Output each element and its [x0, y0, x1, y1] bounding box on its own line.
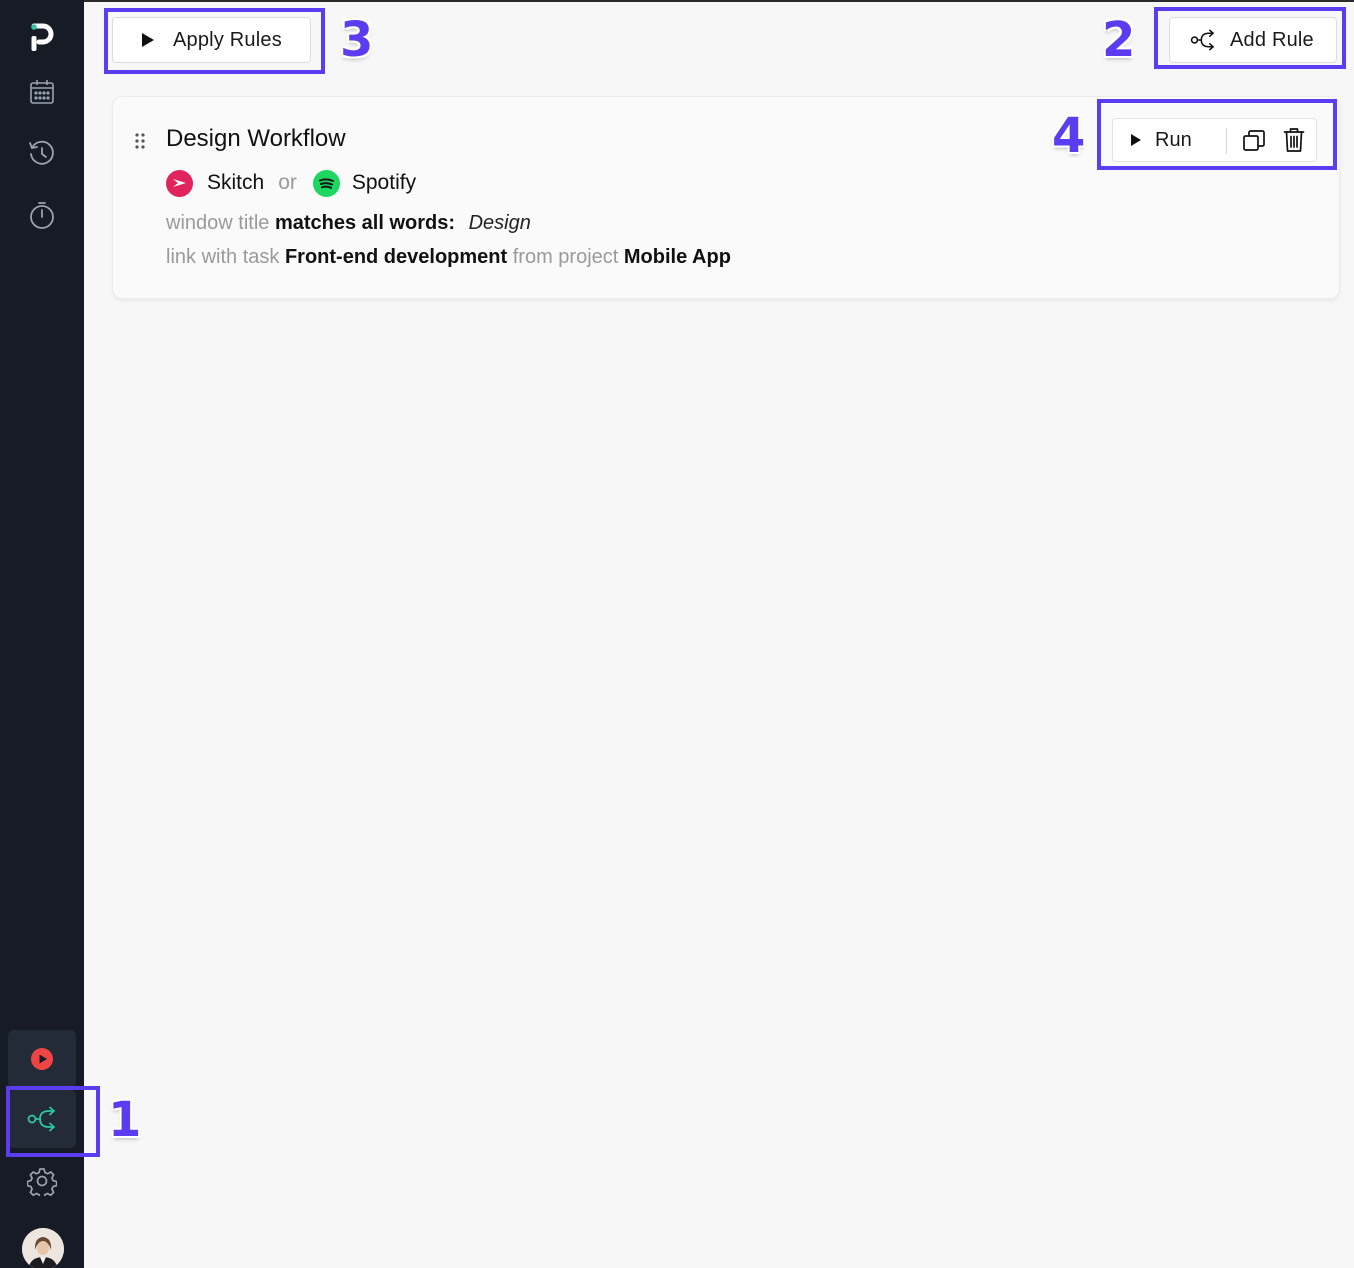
condition-operator: matches all words:: [274, 212, 456, 234]
annotation-number-3: 3: [340, 12, 374, 68]
annotation-number-4: 4: [1052, 108, 1086, 164]
delete-icon[interactable]: [1283, 127, 1305, 153]
apply-rules-button[interactable]: Apply Rules: [112, 17, 311, 63]
drag-handle-icon[interactable]: [134, 132, 146, 150]
spotify-icon: [312, 169, 340, 197]
play-icon: [142, 33, 154, 47]
annotation-number-2: 2: [1102, 12, 1136, 68]
add-rule-label: Add Rule: [1230, 28, 1314, 51]
project-name: Mobile App: [623, 246, 731, 268]
from-project-label: from project: [512, 246, 619, 268]
duplicate-icon[interactable]: [1242, 129, 1266, 153]
skitch-icon: [166, 169, 193, 197]
or-label: or: [278, 171, 297, 194]
sidebar-item-rules[interactable]: [8, 1090, 76, 1148]
add-rule-button[interactable]: Add Rule: [1169, 17, 1337, 63]
play-icon: [1131, 134, 1141, 146]
avatar[interactable]: [22, 1228, 64, 1268]
app-name-spotify: Spotify: [351, 171, 417, 194]
actions-divider: [1226, 128, 1227, 154]
app-logo-icon[interactable]: [26, 22, 58, 54]
link-prefix: link with task: [166, 246, 280, 268]
record-button[interactable]: [8, 1030, 76, 1088]
link-action: link with task Front-end development fro…: [166, 246, 731, 269]
rules-icon: [1190, 29, 1214, 51]
calendar-icon[interactable]: [26, 76, 58, 108]
rule-apps: Skitch or Spotify: [166, 168, 416, 198]
app-name-skitch: Skitch: [207, 171, 265, 194]
task-name: Front-end development: [284, 246, 508, 268]
settings-icon[interactable]: [26, 1165, 58, 1197]
history-icon[interactable]: [26, 138, 58, 170]
condition-value: Design: [468, 212, 531, 234]
window-title-condition: window title matches all words: Design: [166, 212, 531, 235]
record-icon: [31, 1048, 53, 1070]
run-button[interactable]: Run: [1130, 123, 1192, 157]
condition-field: window title: [166, 212, 270, 234]
rule-title: Design Workflow: [166, 125, 346, 152]
annotation-number-1: 1: [108, 1092, 142, 1148]
apply-rules-label: Apply Rules: [173, 28, 282, 51]
run-label: Run: [1155, 128, 1192, 151]
sidebar: [0, 0, 84, 1268]
rules-icon: [27, 1106, 55, 1132]
timer-icon[interactable]: [26, 199, 58, 231]
